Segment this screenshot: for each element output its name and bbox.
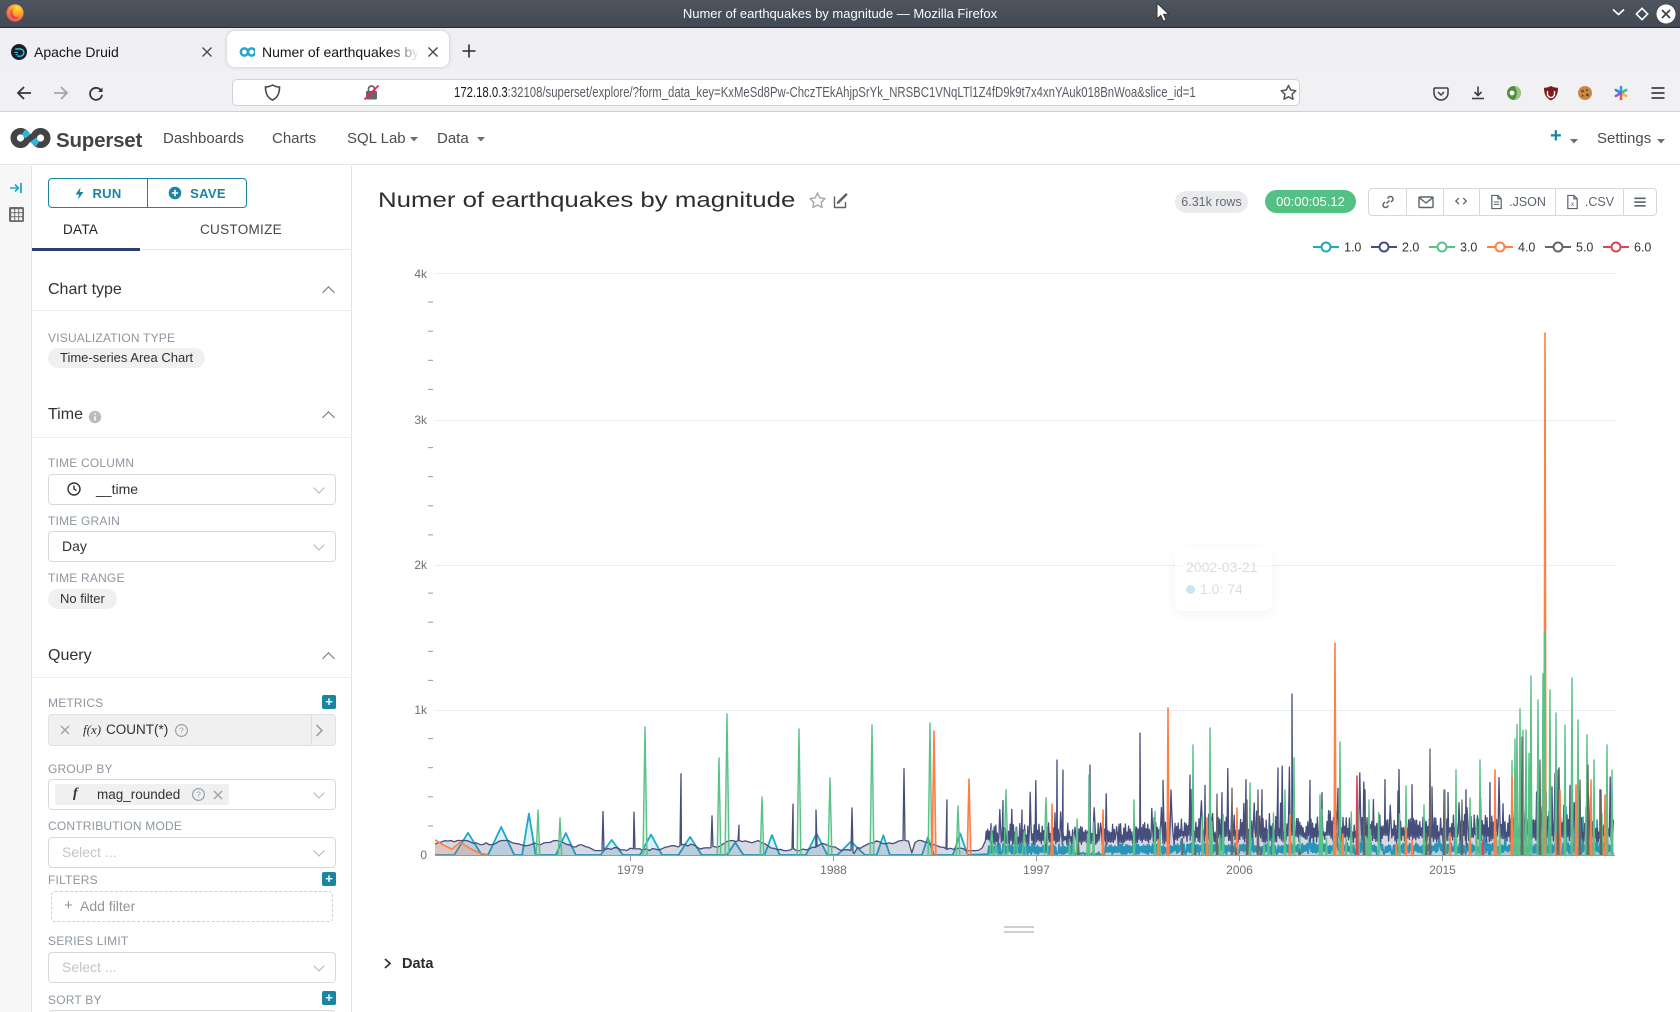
svg-text:2k: 2k <box>414 558 428 572</box>
svg-text:1k: 1k <box>414 703 428 717</box>
svg-text:4k: 4k <box>414 267 428 281</box>
svg-text:1979: 1979 <box>617 863 644 877</box>
svg-text:1997: 1997 <box>1023 863 1050 877</box>
svg-text:0: 0 <box>420 848 427 862</box>
svg-text:3k: 3k <box>414 413 428 427</box>
svg-text:2006: 2006 <box>1226 863 1253 877</box>
svg-text:1988: 1988 <box>820 863 847 877</box>
svg-text:2015: 2015 <box>1429 863 1456 877</box>
